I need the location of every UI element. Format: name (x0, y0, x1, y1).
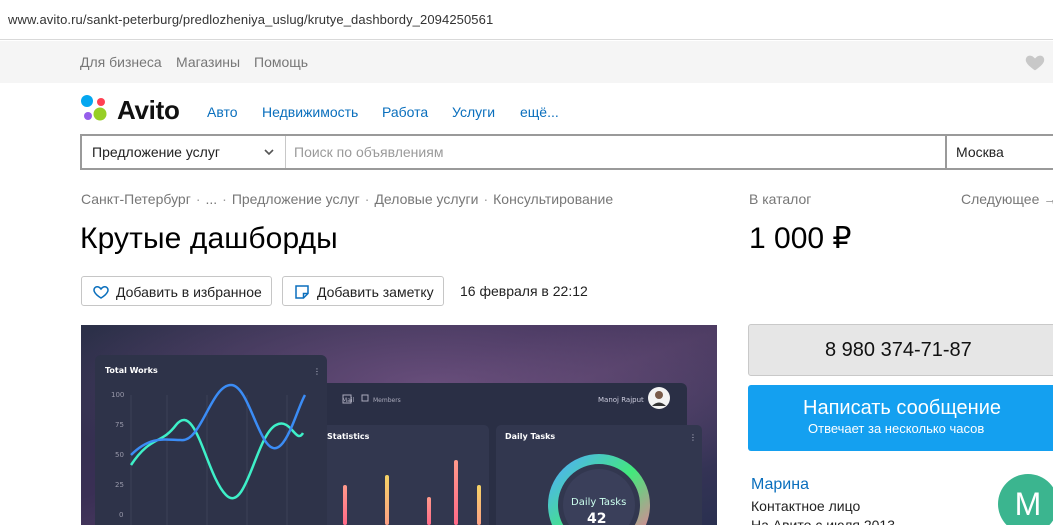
write-message-label: Написать сообщение (803, 397, 1002, 419)
phone-number: 8 980 374-71-87 (825, 339, 972, 361)
category-select-value: Предложение услуг (92, 144, 220, 160)
mockup-donut-label: Daily Tasks (571, 497, 626, 508)
search-input[interactable]: Поиск по объявлениям (294, 144, 443, 160)
mockup-y-tick: 75 (115, 421, 124, 429)
nav-item-auto[interactable]: Авто (207, 104, 238, 120)
nav-item-more[interactable]: ещё... (520, 104, 559, 120)
add-to-favorites-label: Добавить в избранное (116, 284, 262, 300)
dashboard-mockup-image: Mail Members Manoj Rajput Statistics Dai… (81, 325, 717, 525)
city-select[interactable]: Москва (945, 136, 1053, 168)
svg-text:⋮: ⋮ (689, 433, 697, 442)
mockup-y-tick: 25 (115, 481, 124, 489)
add-to-favorites-button[interactable]: Добавить в избранное (81, 276, 272, 306)
search-bar: Предложение услуг Поиск по объявлениям М… (80, 134, 1053, 170)
logo-text: Avito (117, 95, 180, 125)
seller-role: Контактное лицо (751, 498, 861, 514)
mockup-y-tick: 100 (111, 391, 124, 399)
breadcrumb: Санкт-Петербург ·... · Предложение услуг · Де… (81, 191, 614, 207)
seller-avatar[interactable]: M (998, 474, 1053, 525)
price: 1 000 ₽ (749, 222, 852, 255)
mockup-card-daily-tasks: Daily Tasks (505, 432, 555, 441)
publish-date: 16 февраля в 22:12 (460, 283, 588, 299)
logo-dots-icon (81, 95, 107, 121)
mockup-tab-mail: Mail (342, 397, 355, 404)
write-message-button[interactable]: Написать сообщение Отвечает за несколько… (748, 385, 1053, 451)
chevron-down-icon (264, 149, 274, 156)
breadcrumb-item[interactable]: Санкт-Петербург (81, 191, 191, 207)
seller-since: На Авито с июля 2013 (751, 517, 895, 525)
nav-item-services[interactable]: Услуги (452, 104, 495, 120)
breadcrumb-item[interactable]: Предложение услуг (232, 191, 360, 207)
mockup-y-tick: 50 (115, 451, 124, 459)
mockup-donut-value: 42 (587, 511, 606, 525)
top-strip: Для бизнеса Магазины Помощь (0, 41, 1053, 83)
favorites-heart-icon[interactable] (1024, 51, 1046, 73)
next-listing-link[interactable]: Следующее → (961, 191, 1053, 207)
category-select[interactable]: Предложение услуг (82, 136, 286, 168)
breadcrumb-item[interactable]: Консультирование (493, 191, 613, 207)
page-title: Крутые дашборды (80, 222, 338, 255)
mockup-card-total-works: Total Works (105, 366, 158, 375)
nav-item-jobs[interactable]: Работа (382, 104, 428, 120)
mockup-y-tick: 0 (119, 511, 123, 519)
avito-logo[interactable]: Avito (80, 94, 190, 125)
add-note-button[interactable]: Добавить заметку (282, 276, 444, 306)
listing-photo[interactable]: Mail Members Manoj Rajput Statistics Dai… (81, 325, 717, 525)
city-select-value: Москва (956, 144, 1004, 160)
topbar-link-help[interactable]: Помощь (254, 54, 308, 70)
mockup-card-statistics: Statistics (327, 432, 370, 441)
url-text[interactable]: www.avito.ru/sankt-peterburg/predlozheni… (8, 12, 493, 27)
response-time-label: Отвечает за несколько часов (808, 421, 985, 436)
mockup-user-name: Manoj Rajput (598, 396, 644, 404)
mockup-tab-members: Members (373, 397, 401, 404)
breadcrumb-item[interactable]: Деловые услуги (374, 191, 478, 207)
heart-outline-icon (93, 285, 109, 299)
topbar-link-business[interactable]: Для бизнеса (80, 54, 162, 70)
browser-address-bar[interactable]: www.avito.ru/sankt-peterburg/predlozheni… (0, 0, 1053, 40)
svg-text:⋮: ⋮ (313, 367, 321, 376)
breadcrumb-item[interactable]: ... (205, 191, 217, 207)
nav-item-realty[interactable]: Недвижимость (262, 104, 358, 120)
add-note-label: Добавить заметку (317, 284, 434, 300)
seller-name-link[interactable]: Марина (751, 476, 809, 494)
to-catalog-link[interactable]: В каталог (749, 191, 811, 207)
note-icon (295, 285, 309, 299)
topbar-link-shops[interactable]: Магазины (176, 54, 240, 70)
show-phone-button[interactable]: 8 980 374-71-87 (748, 324, 1053, 376)
